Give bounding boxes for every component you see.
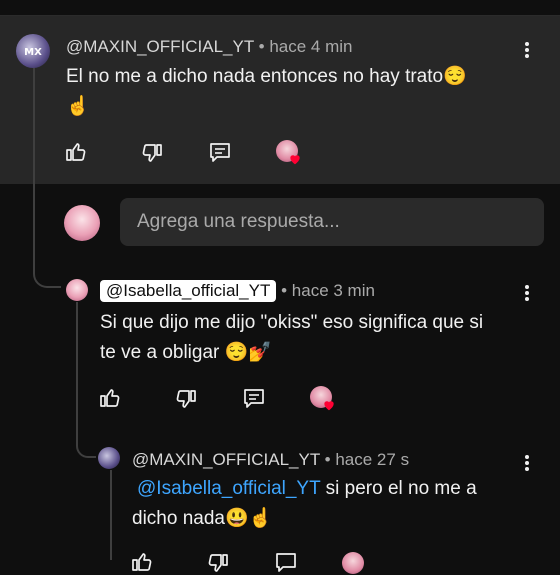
like-icon [66,143,86,161]
thread-connector-2 [76,428,96,458]
top-strip [0,0,560,16]
reply-text-line: @Isabella_official_YT si pero el no me a [132,474,542,504]
like-button[interactable] [98,386,122,410]
creator-heart-icon [290,155,300,165]
reply-timestamp: • hace 3 min [281,281,375,300]
thread-line-3 [110,470,112,560]
reply-text: Si que dijo me dijo "okiss" eso signific… [100,308,540,368]
reply-text: @Isabella_official_YT si pero el no me a… [132,474,542,534]
comment-text-line: ☝️ [66,96,90,117]
reply-meta: @MAXIN_OFFICIAL_YT • hace 27 s [132,450,409,470]
comment-text: El no me a dicho nada entonces no hay tr… [66,62,536,122]
thread-connector [33,256,61,288]
more-options-icon[interactable] [517,40,537,60]
avatar-maxin[interactable]: MX [16,34,50,68]
reply-meta: @Isabella_official_YT • hace 3 min [100,280,375,302]
dislike-icon [142,144,162,162]
like-button[interactable] [130,550,154,574]
reply-icon [210,143,230,162]
like-icon [132,553,152,571]
creator-heart-icon [324,401,334,411]
mention-link[interactable]: @Isabella_official_YT [137,478,320,499]
reply-author-chip[interactable]: @Isabella_official_YT [100,280,277,302]
thread-line-2 [76,302,78,442]
dislike-icon [176,390,196,408]
reply-button[interactable] [274,550,298,574]
dislike-button[interactable] [206,551,230,575]
comment-timestamp: • hace 4 min [258,37,353,56]
more-options-icon[interactable] [517,453,537,473]
avatar-maxin[interactable] [98,447,120,469]
like-icon [100,389,120,407]
reply-button[interactable] [242,386,266,410]
comment-author[interactable]: @MAXIN_OFFICIAL_YT [66,37,254,56]
reply-icon [276,553,296,572]
avatar-logo-icon: MX [24,47,42,58]
reply-input[interactable]: Agrega una respuesta... [120,198,544,246]
creator-heart [276,140,304,168]
reply-timestamp: • hace 27 s [324,450,410,469]
reply-text-line: te ve a obligar 😌💅 [100,342,272,363]
reply-text-segment: si pero el no me a [320,478,477,499]
creator-heart [310,386,338,414]
reply-author[interactable]: @MAXIN_OFFICIAL_YT [132,450,320,469]
comment-text-line: El no me a dicho nada entonces no hay tr… [66,66,467,87]
like-button[interactable] [64,140,88,164]
thread-line [33,66,35,271]
reply-button[interactable] [208,140,232,164]
svg-text:MX: MX [24,47,42,58]
reply-text-line: Si que dijo me dijo "okiss" eso signific… [100,312,484,333]
comment-meta: @MAXIN_OFFICIAL_YT • hace 4 min [66,37,353,57]
current-user-avatar [64,205,100,241]
reply-icon [244,389,264,408]
reply-text-line: dicho nada😃☝️ [132,508,273,529]
dislike-icon [208,554,228,572]
creator-avatar [342,552,364,574]
dislike-button[interactable] [174,387,198,411]
avatar-isabella[interactable] [66,279,88,301]
dislike-button[interactable] [140,141,164,165]
more-options-icon[interactable] [517,283,537,303]
